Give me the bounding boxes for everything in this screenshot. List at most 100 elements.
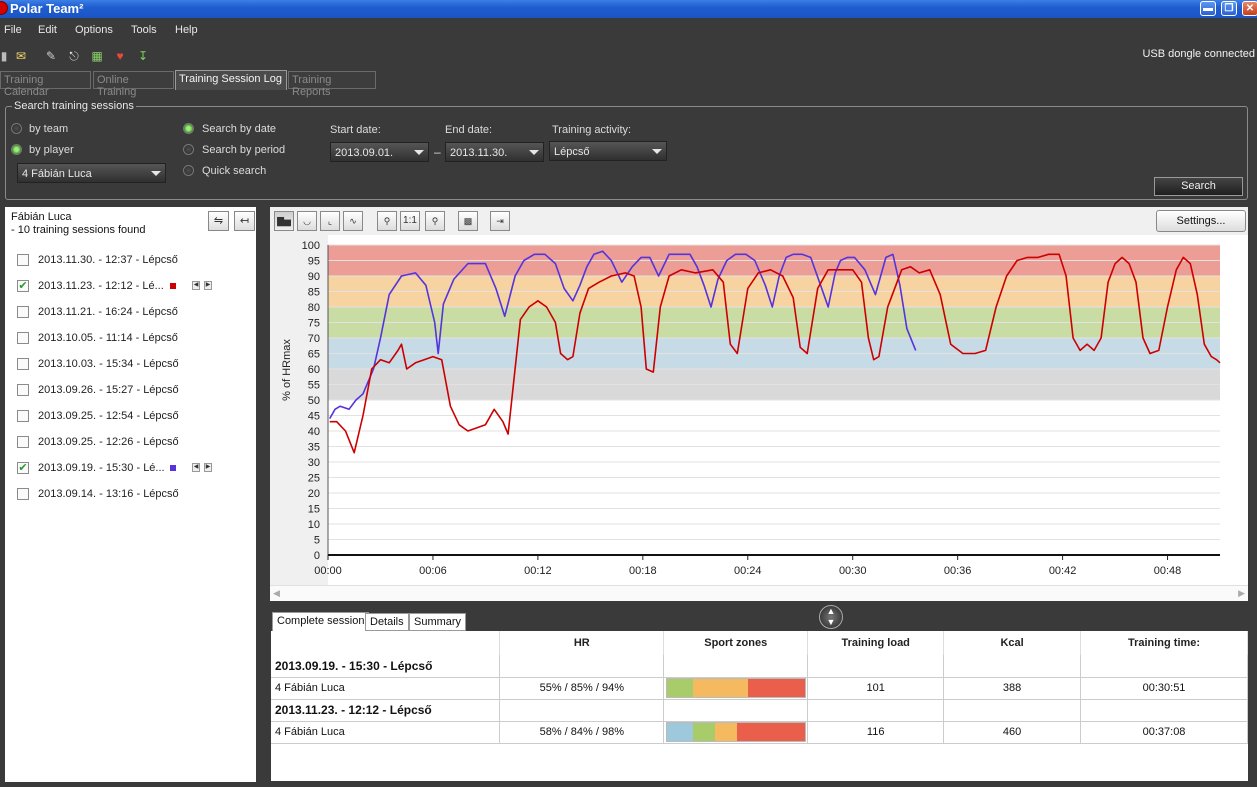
- menu-file[interactable]: File: [4, 24, 22, 36]
- summary-kcal: 460: [943, 721, 1082, 744]
- summary-cell: [663, 699, 809, 722]
- session-checkbox[interactable]: [17, 384, 29, 396]
- summary-header-row: HR Sport zones Training load Kcal Traini…: [271, 631, 1248, 655]
- maximize-button[interactable]: ❐: [1221, 1, 1237, 16]
- summary-cell: [807, 699, 945, 722]
- sport-zone-segment: [715, 723, 738, 741]
- player-select[interactable]: 4 Fábián Luca: [17, 163, 166, 183]
- session-checkbox[interactable]: [17, 332, 29, 344]
- summary-session-row[interactable]: 2013.11.23. - 12:12 - Lépcső: [271, 699, 1248, 722]
- settings-button[interactable]: Settings...: [1156, 210, 1246, 232]
- previous-icon[interactable]: ◀: [192, 463, 200, 472]
- export-icon[interactable]: ⇥: [490, 211, 510, 231]
- x-tick-label: 00:30: [839, 565, 867, 577]
- start-date-value: 2013.09.01.: [335, 147, 394, 159]
- session-item[interactable]: ✔ 2013.11.23. - 12:12 - Lé... ◀ ▶: [17, 277, 252, 295]
- x-tick-label: 00:12: [524, 565, 552, 577]
- edit-icon[interactable]: ✎: [43, 48, 59, 64]
- y-tick-label: 40: [308, 426, 320, 438]
- end-date-picker[interactable]: 2013.11.30.: [445, 142, 544, 162]
- radio-search-by-period[interactable]: [183, 144, 194, 155]
- tab-training-calendar[interactable]: Training Calendar: [0, 71, 91, 98]
- x-tick-label: 00:00: [314, 565, 342, 577]
- training-activity-select[interactable]: Lépcső: [549, 141, 667, 161]
- zoom-out-icon[interactable]: ⚲: [425, 211, 445, 231]
- search-button[interactable]: Search: [1154, 177, 1243, 196]
- collapse-panel-icon[interactable]: ↤: [234, 211, 255, 231]
- previous-icon[interactable]: ◀: [192, 281, 200, 290]
- summary-cell: [807, 655, 945, 678]
- summary-player-row[interactable]: 4 Fábián Luca 58% / 84% / 98% 116 460 00:37:…: [271, 721, 1248, 744]
- title-bar: Polar Team² ▬ ❐ ✕: [0, 0, 1257, 18]
- next-icon[interactable]: ▶: [204, 281, 212, 290]
- session-checkbox[interactable]: [17, 358, 29, 370]
- chevron-down-icon: [414, 150, 424, 155]
- session-item[interactable]: 2013.09.25. - 12:26 - Lépcső: [17, 433, 252, 451]
- close-button[interactable]: ✕: [1242, 1, 1257, 16]
- tab-complete-session[interactable]: Complete session: [272, 612, 370, 632]
- session-label: 2013.11.23. - 12:12 - Lé...: [38, 280, 164, 292]
- session-checkbox[interactable]: [17, 410, 29, 422]
- session-checkbox[interactable]: [17, 306, 29, 318]
- menu-edit[interactable]: Edit: [38, 24, 57, 36]
- axis-chart-icon[interactable]: ⌞: [320, 211, 340, 231]
- minimize-button[interactable]: ▬: [1200, 1, 1216, 16]
- print-icon[interactable]: ▮: [0, 48, 12, 64]
- tab-details[interactable]: Details: [365, 613, 409, 631]
- message-icon[interactable]: ✉: [13, 48, 29, 64]
- tab-online-training[interactable]: Online Training: [93, 71, 174, 98]
- line-chart-icon[interactable]: ∿: [343, 211, 363, 231]
- session-item[interactable]: 2013.11.21. - 16:24 - Lépcső: [17, 303, 252, 321]
- sport-zone-segment: [692, 679, 749, 697]
- area-chart-icon[interactable]: ◡: [297, 211, 317, 231]
- zoom-reset-button[interactable]: 1:1: [400, 211, 420, 231]
- radio-by-team[interactable]: [11, 123, 22, 134]
- next-icon[interactable]: ▶: [204, 463, 212, 472]
- header-name: [271, 631, 501, 655]
- menu-options[interactable]: Options: [75, 24, 113, 36]
- menu-help[interactable]: Help: [175, 24, 198, 36]
- zoom-in-icon[interactable]: ⚲: [377, 211, 397, 231]
- session-item[interactable]: 2013.09.25. - 12:54 - Lépcső: [17, 407, 252, 425]
- session-checkbox[interactable]: ✔: [17, 462, 29, 474]
- transmitter-icon[interactable]: ⎋: [66, 48, 82, 64]
- session-item[interactable]: 2013.11.30. - 12:37 - Lépcső: [17, 251, 252, 269]
- bar-chart-icon[interactable]: ▇▅: [274, 211, 294, 231]
- summary-session-row[interactable]: 2013.09.19. - 15:30 - Lépcső: [271, 655, 1248, 678]
- window-title: Polar Team²: [10, 1, 84, 16]
- session-item[interactable]: ✔ 2013.09.19. - 15:30 - Lé... ◀ ▶: [17, 459, 252, 477]
- session-checkbox[interactable]: [17, 436, 29, 448]
- tab-training-reports[interactable]: Training Reports: [288, 71, 376, 98]
- chart-scrollbar[interactable]: ◀ ▶: [270, 585, 1248, 601]
- compare-icon[interactable]: ⇋: [208, 211, 229, 231]
- summary-player-row[interactable]: 4 Fábián Luca 55% / 85% / 94% 101 388 00:30:…: [271, 677, 1248, 700]
- scroll-left-icon[interactable]: ◀: [273, 588, 280, 599]
- scroll-right-icon[interactable]: ▶: [1238, 588, 1245, 599]
- heart-icon[interactable]: ♥: [112, 48, 128, 64]
- session-checkbox[interactable]: [17, 488, 29, 500]
- summary-cell: [943, 655, 1082, 678]
- header-sport-zones: Sport zones: [663, 631, 809, 655]
- radio-quick-search[interactable]: [183, 165, 194, 176]
- session-checkbox[interactable]: ✔: [17, 280, 29, 292]
- session-item[interactable]: 2013.10.05. - 11:14 - Lépcső: [17, 329, 252, 347]
- y-tick-label: 10: [308, 519, 320, 531]
- y-tick-label: 5: [314, 535, 320, 547]
- radio-search-by-date[interactable]: [183, 123, 194, 134]
- marker-icon[interactable]: ▩: [458, 211, 478, 231]
- session-label: 2013.09.25. - 12:26 - Lépcső: [38, 436, 179, 448]
- y-tick-label: 0: [314, 550, 320, 562]
- toggle-summary-button[interactable]: ▲ ▼: [819, 605, 843, 629]
- radio-by-player[interactable]: [11, 144, 22, 155]
- team-icon[interactable]: ▦: [89, 48, 105, 64]
- session-item[interactable]: 2013.09.14. - 13:16 - Lépcső: [17, 485, 252, 503]
- start-date-picker[interactable]: 2013.09.01.: [330, 142, 429, 162]
- session-item[interactable]: 2013.10.03. - 15:34 - Lépcső: [17, 355, 252, 373]
- tab-training-session-log[interactable]: Training Session Log: [175, 70, 287, 90]
- y-tick-label: 15: [308, 504, 320, 516]
- menu-tools[interactable]: Tools: [131, 24, 157, 36]
- session-item[interactable]: 2013.09.26. - 15:27 - Lépcső: [17, 381, 252, 399]
- session-checkbox[interactable]: [17, 254, 29, 266]
- tab-summary[interactable]: Summary: [409, 613, 467, 631]
- download-icon[interactable]: ↧: [135, 48, 151, 64]
